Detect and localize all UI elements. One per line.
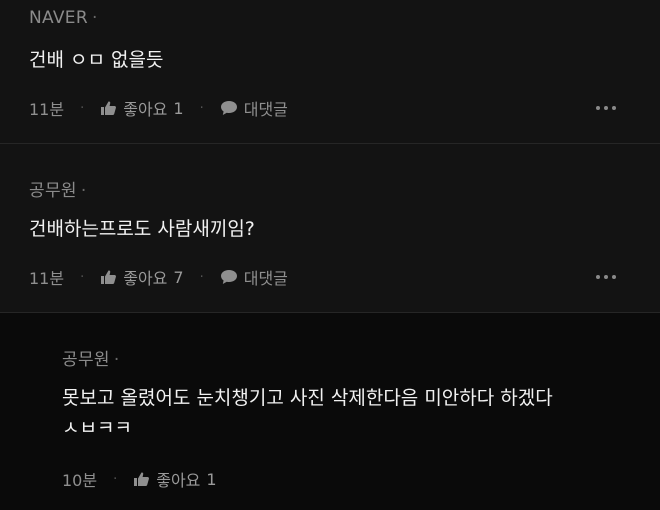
- like-count: 1: [206, 469, 217, 489]
- thumbs-up-icon: [100, 100, 117, 116]
- like-label: 좋아요: [123, 100, 168, 119]
- like-button[interactable]: 좋아요 1: [133, 467, 217, 491]
- comment-item: NAVER · 건배 ㅇㅁ 없을듯 11분 · 좋아요 1 · 대댓글: [0, 0, 660, 143]
- comment-text: 못보고 올렸어도 눈치챙기고 사진 삭제한다음 미안하다 하겠다 ㅅㅂㅋㅋ: [62, 383, 553, 443]
- meta-separator: ·: [80, 100, 85, 116]
- comment-text: 건배하는프로도 사람새끼임?: [29, 218, 255, 240]
- comment-time: 11분: [29, 100, 65, 119]
- reply-button[interactable]: 대댓글: [220, 265, 288, 289]
- comment-time: 10분: [62, 471, 98, 490]
- like-count: 1: [173, 98, 184, 118]
- author-dot: ·: [91, 8, 98, 28]
- more-horizontal-icon[interactable]: [596, 103, 616, 113]
- author-name[interactable]: 공무원: [62, 350, 110, 370]
- more-horizontal-icon[interactable]: [596, 272, 616, 282]
- comment-text: 건배 ㅇㅁ 없을듯: [29, 49, 164, 71]
- meta-separator: ·: [199, 100, 204, 116]
- like-count: 7: [173, 267, 184, 287]
- comment-time: 11분: [29, 269, 65, 288]
- comment-author[interactable]: 공무원 ·: [29, 176, 87, 201]
- comment-meta: 10분 · 좋아요 1: [62, 467, 217, 491]
- comment-meta: 11분 · 좋아요 7 · 대댓글: [29, 265, 288, 289]
- author-name[interactable]: 공무원: [29, 181, 77, 201]
- author-dot: ·: [80, 181, 87, 201]
- like-label: 좋아요: [156, 471, 201, 490]
- reply-label: 대댓글: [243, 100, 288, 119]
- comment-meta: 11분 · 좋아요 1 · 대댓글: [29, 96, 288, 120]
- comment-thread: NAVER · 건배 ㅇㅁ 없을듯 11분 · 좋아요 1 · 대댓글 공무원 …: [0, 0, 660, 510]
- like-button[interactable]: 좋아요 1: [100, 96, 184, 120]
- speech-bubble-icon: [220, 100, 238, 116]
- like-button[interactable]: 좋아요 7: [100, 265, 184, 289]
- comment-text-line: 못보고 올렸어도 눈치챙기고 사진 삭제한다음 미안하다 하겠다: [62, 387, 553, 409]
- comment-text-line: ㅅㅂㅋㅋ: [62, 417, 132, 439]
- comment-author[interactable]: NAVER ·: [29, 8, 98, 28]
- reply-label: 대댓글: [243, 269, 288, 288]
- reply-button[interactable]: 대댓글: [220, 96, 288, 120]
- comment-author[interactable]: 공무원 ·: [62, 345, 120, 370]
- meta-separator: ·: [80, 269, 85, 285]
- reply-item: 공무원 · 못보고 올렸어도 눈치챙기고 사진 삭제한다음 미안하다 하겠다 ㅅㅂ…: [0, 313, 660, 510]
- like-label: 좋아요: [123, 269, 168, 288]
- author-dot: ·: [113, 350, 120, 370]
- author-name[interactable]: NAVER: [29, 8, 88, 28]
- meta-separator: ·: [113, 471, 118, 487]
- meta-separator: ·: [199, 269, 204, 285]
- thumbs-up-icon: [133, 471, 150, 487]
- speech-bubble-icon: [220, 269, 238, 285]
- thumbs-up-icon: [100, 269, 117, 285]
- comment-item: 공무원 · 건배하는프로도 사람새끼임? 11분 · 좋아요 7 · 대댓글: [0, 144, 660, 312]
